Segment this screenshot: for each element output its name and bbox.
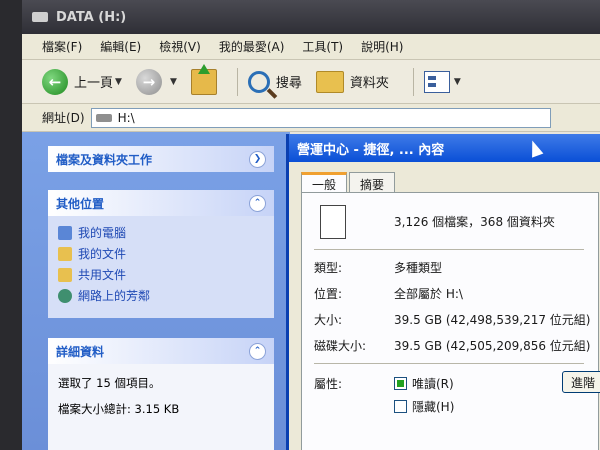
size-label: 大小: [314,313,343,327]
properties-dialog: 營運中心 - 捷徑, ... 內容 一般 摘要 3,126 個檔案，368 個資… [286,134,600,450]
file-folder-tasks-panel: 檔案及資料夾工作 ❯ [48,146,274,172]
back-label: 上一頁 [74,76,114,91]
menu-tools[interactable]: 工具(T) [302,38,343,55]
link-label: 我的文件 [78,247,127,261]
menu-edit[interactable]: 編輯(E) [100,38,141,55]
menu-bar: 檔案(F) 編輯(E) 檢視(V) 我的最愛(A) 工具(T) 說明(H) [22,34,600,60]
title-bar[interactable]: DATA (H:) [22,0,600,34]
link-label: 我的電腦 [78,226,127,240]
task-pane: 檔案及資料夾工作 ❯ 其他位置 ⌃ 我的電腦 我的文件 共用文件 網路上的芳鄰 … [22,132,290,450]
explorer-window: DATA (H:) 檔案(F) 編輯(E) 檢視(V) 我的最愛(A) 工具(T… [22,0,600,450]
link-label: 共用文件 [78,268,127,282]
disk-size-value: 39.5 GB (42,505,209,856 位元組) [394,339,591,353]
menu-view[interactable]: 檢視(V) [159,38,201,55]
address-input[interactable]: H:\ [90,107,551,128]
details-panel: 詳細資料 ⌃ 選取了 15 個項目。 檔案大小總計: 3.15 KB [48,338,274,450]
multiple-files-icon [316,205,346,244]
toolbar-separator [412,67,414,96]
link-label: 網路上的芳鄰 [78,289,151,303]
network-icon [58,288,72,303]
link-my-computer[interactable]: 我的電腦 [58,222,264,243]
toolbar-separator [236,67,238,96]
back-button[interactable]: ← 上一頁 ▼ [42,68,122,95]
menu-favorites[interactable]: 我的最愛(A) [219,38,285,55]
computer-icon [58,225,72,240]
shared-folder-icon [58,267,72,282]
disk-size-label: 磁碟大小: [314,339,367,353]
checkbox-unchecked-icon [394,400,407,413]
dropdown-arrow-icon[interactable]: ▼ [170,77,177,87]
general-tab-panel: 3,126 個檔案，368 個資料夾 類型: 多種類型 位置: 全部屬於 H:\… [301,192,600,450]
advanced-button[interactable]: 進階 [562,371,600,393]
file-folder-summary: 3,126 個檔案，368 個資料夾 [394,215,555,229]
chevron-up-icon[interactable]: ⌃ [249,194,266,212]
menu-help[interactable]: 說明(H) [361,38,403,55]
size-row: 大小: 39.5 GB (42,498,539,217 位元組) [314,311,594,328]
dropdown-arrow-icon[interactable]: ▼ [115,77,122,87]
details-title: 詳細資料 [56,344,105,359]
file-folder-tasks-title: 檔案及資料夾工作 [56,152,153,167]
attributes-row: 屬性: 唯讀(R) 隱藏(H) [314,375,594,415]
address-label: 網址(D) [42,111,85,125]
disk-size-row: 磁碟大小: 39.5 GB (42,505,209,856 位元組) [314,337,594,354]
views-icon [423,70,450,93]
toolbar: ← 上一頁 ▼ → ▼ 搜尋 資料夾 ▼ [22,60,600,104]
location-value: 全部屬於 H:\ [394,287,463,301]
readonly-label: 唯讀(R) [412,377,454,391]
divider [314,363,584,364]
link-shared-documents[interactable]: 共用文件 [58,264,264,285]
dropdown-arrow-icon[interactable]: ▼ [454,77,461,87]
address-bar: 網址(D) H:\ [22,104,600,132]
mouse-cursor-icon [526,138,544,158]
folder-icon [315,70,344,93]
link-network-places[interactable]: 網路上的芳鄰 [58,285,264,306]
selected-count: 選取了 15 個項目。 [58,376,161,390]
forward-button[interactable]: → ▼ [135,68,177,95]
location-row: 位置: 全部屬於 H:\ [314,285,594,302]
back-arrow-icon: ← [42,68,68,95]
type-row: 類型: 多種類型 [314,259,594,276]
views-button[interactable]: ▼ [423,70,461,93]
size-value: 39.5 GB (42,498,539,217 位元組) [394,313,591,327]
search-icon [247,70,270,93]
search-button[interactable]: 搜尋 [247,70,302,93]
drive-icon [95,113,112,122]
type-value: 多種類型 [394,261,443,275]
forward-arrow-icon: → [135,68,162,95]
folder-up-icon[interactable] [190,63,217,95]
checkbox-checked-icon [394,377,407,390]
drive-icon [32,12,48,22]
attributes-label: 屬性: [314,377,343,391]
chevron-up-icon[interactable]: ⌃ [249,342,266,360]
details-header[interactable]: 詳細資料 ⌃ [48,338,274,364]
hidden-checkbox[interactable]: 隱藏(H) [394,398,594,415]
details-body: 選取了 15 個項目。 檔案大小總計: 3.15 KB [48,364,274,450]
total-size: 檔案大小總計: 3.15 KB [58,402,180,416]
other-places-panel: 其他位置 ⌃ 我的電腦 我的文件 共用文件 網路上的芳鄰 [48,190,274,318]
hidden-label: 隱藏(H) [412,400,455,414]
address-value: H:\ [117,110,135,125]
folders-label: 資料夾 [349,76,389,91]
other-places-title: 其他位置 [56,196,105,211]
window-title: DATA (H:) [56,9,127,25]
documents-folder-icon [58,246,72,261]
chevron-down-icon[interactable]: ❯ [249,150,266,168]
link-my-documents[interactable]: 我的文件 [58,243,264,264]
location-label: 位置: [314,287,343,301]
other-places-header[interactable]: 其他位置 ⌃ [48,190,274,216]
divider [314,249,584,250]
type-label: 類型: [314,261,343,275]
file-folder-tasks-header[interactable]: 檔案及資料夾工作 ❯ [48,146,274,172]
other-places-list: 我的電腦 我的文件 共用文件 網路上的芳鄰 [48,216,274,312]
dialog-title: 營運中心 - 捷徑, ... 內容 [297,142,445,158]
search-label: 搜尋 [275,76,302,91]
folders-button[interactable]: 資料夾 [315,70,389,93]
menu-file[interactable]: 檔案(F) [42,38,82,55]
dialog-title-bar[interactable]: 營運中心 - 捷徑, ... 內容 [289,134,600,162]
